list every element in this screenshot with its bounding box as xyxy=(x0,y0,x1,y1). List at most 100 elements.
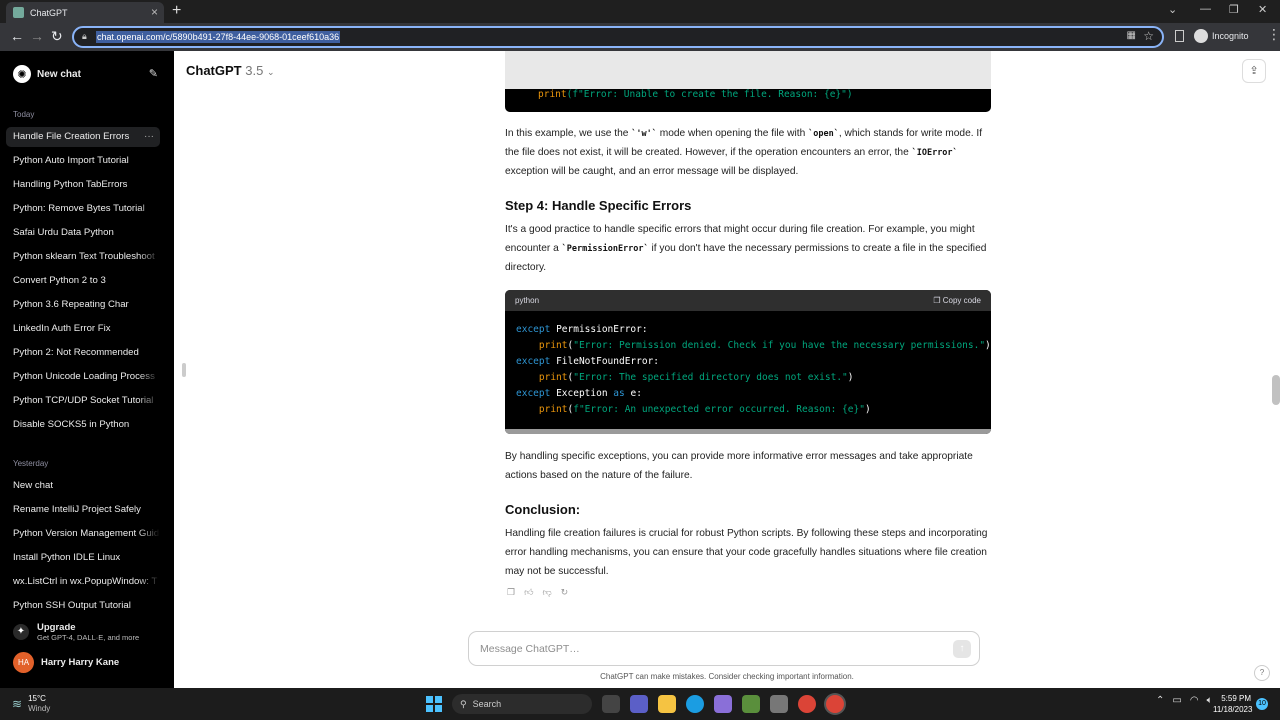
sidebar-chat-item[interactable]: Rename IntelliJ Project Safely xyxy=(6,500,160,520)
reload-icon[interactable]: ↻ xyxy=(51,28,63,45)
text-fade xyxy=(138,548,160,568)
paragraph-4: Handling file creation failures is cruci… xyxy=(505,528,988,577)
chrome-icon[interactable] xyxy=(798,695,816,713)
sidebar-chat-item[interactable]: Handle File Creation Errors ··· xyxy=(6,127,160,147)
share-button[interactable]: ⇪ xyxy=(1242,59,1266,83)
sidebar-chat-label: Rename IntelliJ Project Safely xyxy=(13,504,141,515)
sidebar-chat-item[interactable]: wx.ListCtrl in wx.PopupWindow: T xyxy=(6,572,160,592)
bookmark-star-icon[interactable]: ☆ xyxy=(1143,29,1154,43)
sidebar-chat-item[interactable]: Python Version Management Guide xyxy=(6,524,160,544)
sidebar-chat-item[interactable]: Disable SOCKS5 in Python xyxy=(6,415,160,435)
sidebar-chat-item[interactable]: Python Auto Import Tutorial xyxy=(6,151,160,171)
text-fade xyxy=(138,175,160,195)
user-menu[interactable]: HA Harry Harry Kane xyxy=(13,652,119,673)
task-view-icon[interactable] xyxy=(602,695,620,713)
clock[interactable]: 5:59 PM 11/18/2023 xyxy=(1213,693,1253,715)
sidebar-chat-item[interactable]: New chat xyxy=(6,476,160,496)
sidebar-chat-item[interactable]: Python 3.6 Repeating Char xyxy=(6,295,160,315)
side-panel-icon[interactable] xyxy=(1175,30,1184,42)
sidebar-chat-label: Python 3.6 Repeating Char xyxy=(13,299,129,310)
sidebar-chat-item[interactable]: Python: Remove Bytes Tutorial xyxy=(6,199,160,219)
code-scrollbar[interactable] xyxy=(505,429,991,434)
chevron-up-icon[interactable]: ⌃ xyxy=(1156,695,1164,706)
send-button[interactable]: ↑ xyxy=(953,640,971,658)
sidebar-chat-label: Python 2: Not Recommended xyxy=(13,347,139,358)
minimize-icon[interactable]: — xyxy=(1200,3,1211,15)
editor-app-icon[interactable] xyxy=(742,695,760,713)
notification-badge[interactable]: 10 xyxy=(1256,698,1268,710)
text-fade xyxy=(138,271,160,291)
tab-title: ChatGPT xyxy=(30,7,68,18)
volume-icon[interactable]: 🔈︎ xyxy=(1207,695,1213,706)
system-tray: ⌃ ▭ ◠ 🔈︎ xyxy=(1156,695,1213,706)
regenerate-icon[interactable]: ↻ xyxy=(561,587,569,598)
sidebar-chat-item[interactable]: Install Python IDLE Linux xyxy=(6,548,160,568)
text-fade xyxy=(138,151,160,171)
forward-arrow-icon[interactable]: → xyxy=(30,28,44,44)
model-selector[interactable]: ChatGPT 3.5 ⌄ xyxy=(186,63,275,78)
windows-start-icon[interactable] xyxy=(426,696,442,712)
qr-code-icon[interactable]: ▦ xyxy=(1127,30,1136,41)
wifi-icon[interactable]: ◠ xyxy=(1190,695,1199,706)
model-name: ChatGPT xyxy=(186,63,242,78)
compose-icon[interactable]: ✎ xyxy=(149,67,158,80)
scrollbar-thumb[interactable] xyxy=(1272,375,1280,405)
text-fade xyxy=(138,343,160,363)
copy-icon[interactable]: ❐ xyxy=(507,587,515,598)
upgrade-button[interactable]: ✦ Upgrade Get GPT-4, DALL·E, and more xyxy=(13,622,139,642)
upgrade-title: Upgrade xyxy=(37,622,76,633)
sidebar-chat-item[interactable]: Python TCP/UDP Socket Tutorial xyxy=(6,391,160,411)
taskbar-search[interactable]: ⚲ Search xyxy=(452,694,592,714)
url-text[interactable]: chat.openai.com/c/5890b491-27f8-44ee-906… xyxy=(96,31,341,43)
text-fade xyxy=(138,295,160,315)
new-chat-button[interactable]: ✺ New chat ✎ xyxy=(6,61,162,87)
sidebar-chat-item[interactable]: LinkedIn Auth Error Fix xyxy=(6,319,160,339)
sidebar-chat-item[interactable]: Python 2: Not Recommended xyxy=(6,343,160,363)
edge-icon[interactable] xyxy=(686,695,704,713)
search-label: Search xyxy=(472,699,502,709)
url-field[interactable]: 🔒︎ chat.openai.com/c/5890b491-27f8-44ee-… xyxy=(72,26,1164,48)
file-explorer-icon[interactable] xyxy=(658,695,676,713)
wind-icon: ≋ xyxy=(12,697,23,711)
chatgpt-favicon-icon xyxy=(13,7,24,18)
restore-icon[interactable]: ❐ xyxy=(1229,3,1239,16)
close-tab-icon[interactable]: × xyxy=(151,5,158,19)
browser-menu-icon[interactable]: ⋮ xyxy=(1267,26,1280,43)
thumbs-up-icon[interactable]: 👍︎ xyxy=(524,587,533,598)
weather-widget[interactable]: ≋ 15°C Windy xyxy=(12,694,50,714)
sidebar-chat-item[interactable]: Python SSH Output Tutorial xyxy=(6,596,160,616)
code-line-top: (f"Error: Unable to create the file. Rea… xyxy=(566,89,853,100)
model-version: 3.5 xyxy=(245,63,264,78)
chrome-incognito-icon[interactable] xyxy=(826,695,844,713)
incognito-icon xyxy=(1194,29,1208,43)
browser-tab[interactable]: ChatGPT × xyxy=(6,2,164,23)
image-app-icon[interactable] xyxy=(770,695,788,713)
message-input[interactable]: Message ChatGPT… ↑ xyxy=(468,631,980,666)
sidebar-toggle-handle[interactable] xyxy=(182,363,186,377)
sidebar-chat-item[interactable]: Convert Python 2 to 3 xyxy=(6,271,160,291)
help-button[interactable]: ? xyxy=(1254,665,1270,681)
copy-code-button[interactable]: ❐ Copy code xyxy=(933,296,981,305)
sidebar-chat-label: Python Auto Import Tutorial xyxy=(13,155,129,166)
sidebar-chat-item[interactable]: Python sklearn Text Troubleshoot xyxy=(6,247,160,267)
text-fade xyxy=(138,391,160,411)
sidebar-chat-item[interactable]: Safai Urdu Data Python xyxy=(6,223,160,243)
clock-date: 11/18/2023 xyxy=(1213,705,1253,714)
teams-icon[interactable] xyxy=(630,695,648,713)
new-tab-icon[interactable]: + xyxy=(172,2,181,20)
sidebar-chat-item[interactable]: Python Unicode Loading Process xyxy=(6,367,160,387)
sidebar-chat-item[interactable]: Handling Python TabErrors xyxy=(6,175,160,195)
network-icon[interactable]: ▭ xyxy=(1172,695,1181,706)
close-window-icon[interactable]: ✕ xyxy=(1258,3,1267,16)
back-arrow-icon[interactable]: ← xyxy=(10,28,24,44)
sidebar-chat-label: Handling Python TabErrors xyxy=(13,179,128,190)
vpn-app-icon[interactable] xyxy=(714,695,732,713)
incognito-badge[interactable]: Incognito xyxy=(1194,29,1249,43)
sidebar-chat-label: Python: Remove Bytes Tutorial xyxy=(13,203,145,214)
chat-options-icon[interactable]: ··· xyxy=(144,127,154,147)
tab-search-chevron-icon[interactable]: ⌄ xyxy=(1168,3,1177,16)
text-fade xyxy=(138,596,160,616)
weather-desc: Windy xyxy=(28,704,51,713)
message-placeholder: Message ChatGPT… xyxy=(480,642,580,655)
thumbs-down-icon[interactable]: 👎︎ xyxy=(542,587,551,598)
